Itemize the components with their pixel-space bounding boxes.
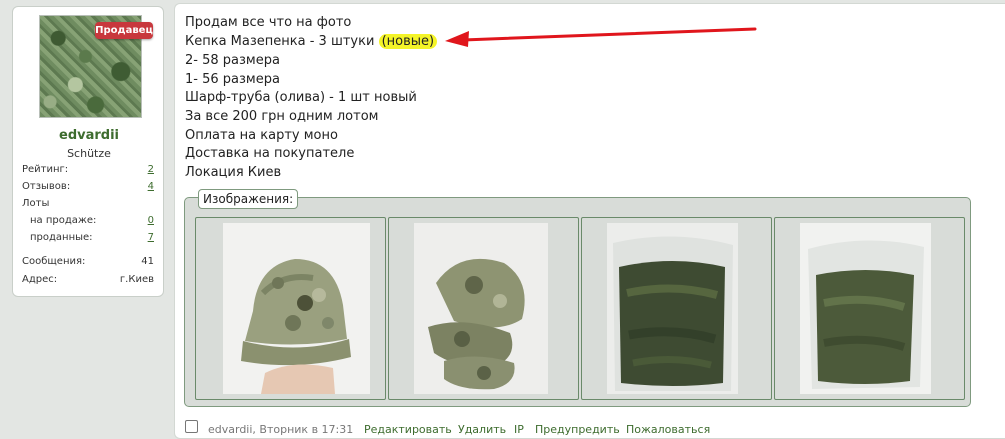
scarf-photo-1 [607, 223, 738, 394]
on-sale-value-link[interactable]: 0 [148, 215, 154, 226]
messages-label: Сообщения: [22, 256, 86, 267]
message-line: Локация Киев [185, 165, 282, 180]
sold-label: проданные: [30, 232, 93, 243]
images-box: Изображения: [184, 189, 971, 407]
rating-label: Рейтинг: [22, 164, 69, 175]
message-line: Оплата на карту моно [185, 128, 338, 143]
lots-label: Лоты [22, 198, 50, 209]
image-thumbnail-1[interactable] [195, 217, 386, 400]
cap-photo-2 [414, 223, 548, 394]
warn-link[interactable]: Предупредить [535, 423, 620, 436]
rating-value-link[interactable]: 2 [148, 164, 154, 175]
address-value: г.Киев [119, 274, 154, 285]
address-label: Адрес: [22, 274, 58, 285]
red-arrow-annotation [445, 27, 757, 47]
message-text: Кепка Мазепенка - 3 штуки [185, 34, 375, 49]
message-line: 1- 56 размера [185, 72, 280, 87]
messages-value: 41 [141, 256, 154, 267]
username[interactable]: edvardii [13, 128, 165, 143]
edit-link[interactable]: Редактировать [364, 423, 452, 436]
post-author-time: edvardii, Вторник в 17:31 [208, 423, 354, 436]
delete-link[interactable]: Удалить [458, 423, 506, 436]
image-thumbnail-2[interactable] [388, 217, 579, 400]
image-thumbnail-4[interactable] [774, 217, 965, 400]
highlighted-text: (новые) [378, 34, 438, 49]
reviews-label: Отзывов: [22, 181, 71, 192]
ip-link[interactable]: IP [514, 423, 524, 436]
image-thumbnail-3[interactable] [581, 217, 772, 400]
user-card: Продавец edvardii Schütze Рейтинг: 2 Отз… [12, 6, 164, 297]
sold-value-link[interactable]: 7 [148, 232, 154, 243]
cap-photo-1 [223, 223, 370, 394]
scarf-photo-2 [800, 223, 931, 394]
message-line: Продам все что на фото [185, 15, 352, 30]
images-legend: Изображения: [198, 189, 299, 209]
reviews-value-link[interactable]: 4 [148, 181, 154, 192]
on-sale-label: на продаже: [30, 215, 97, 226]
message-line: Доставка на покупателе [185, 146, 355, 161]
message-line-with-highlight: Кепка Мазепенка - 3 штуки (новые) [185, 34, 438, 49]
select-post-checkbox[interactable] [185, 420, 198, 433]
message-line: Шарф-труба (олива) - 1 шт новый [185, 90, 417, 105]
post: Продам все что на фото Кепка Мазепенка -… [174, 3, 1005, 439]
report-link[interactable]: Пожаловаться [626, 423, 710, 436]
user-rank: Schütze [67, 147, 111, 160]
seller-badge: Продавец [95, 22, 153, 39]
message-line: 2- 58 размера [185, 53, 280, 68]
message-line: За все 200 грн одним лотом [185, 109, 379, 124]
